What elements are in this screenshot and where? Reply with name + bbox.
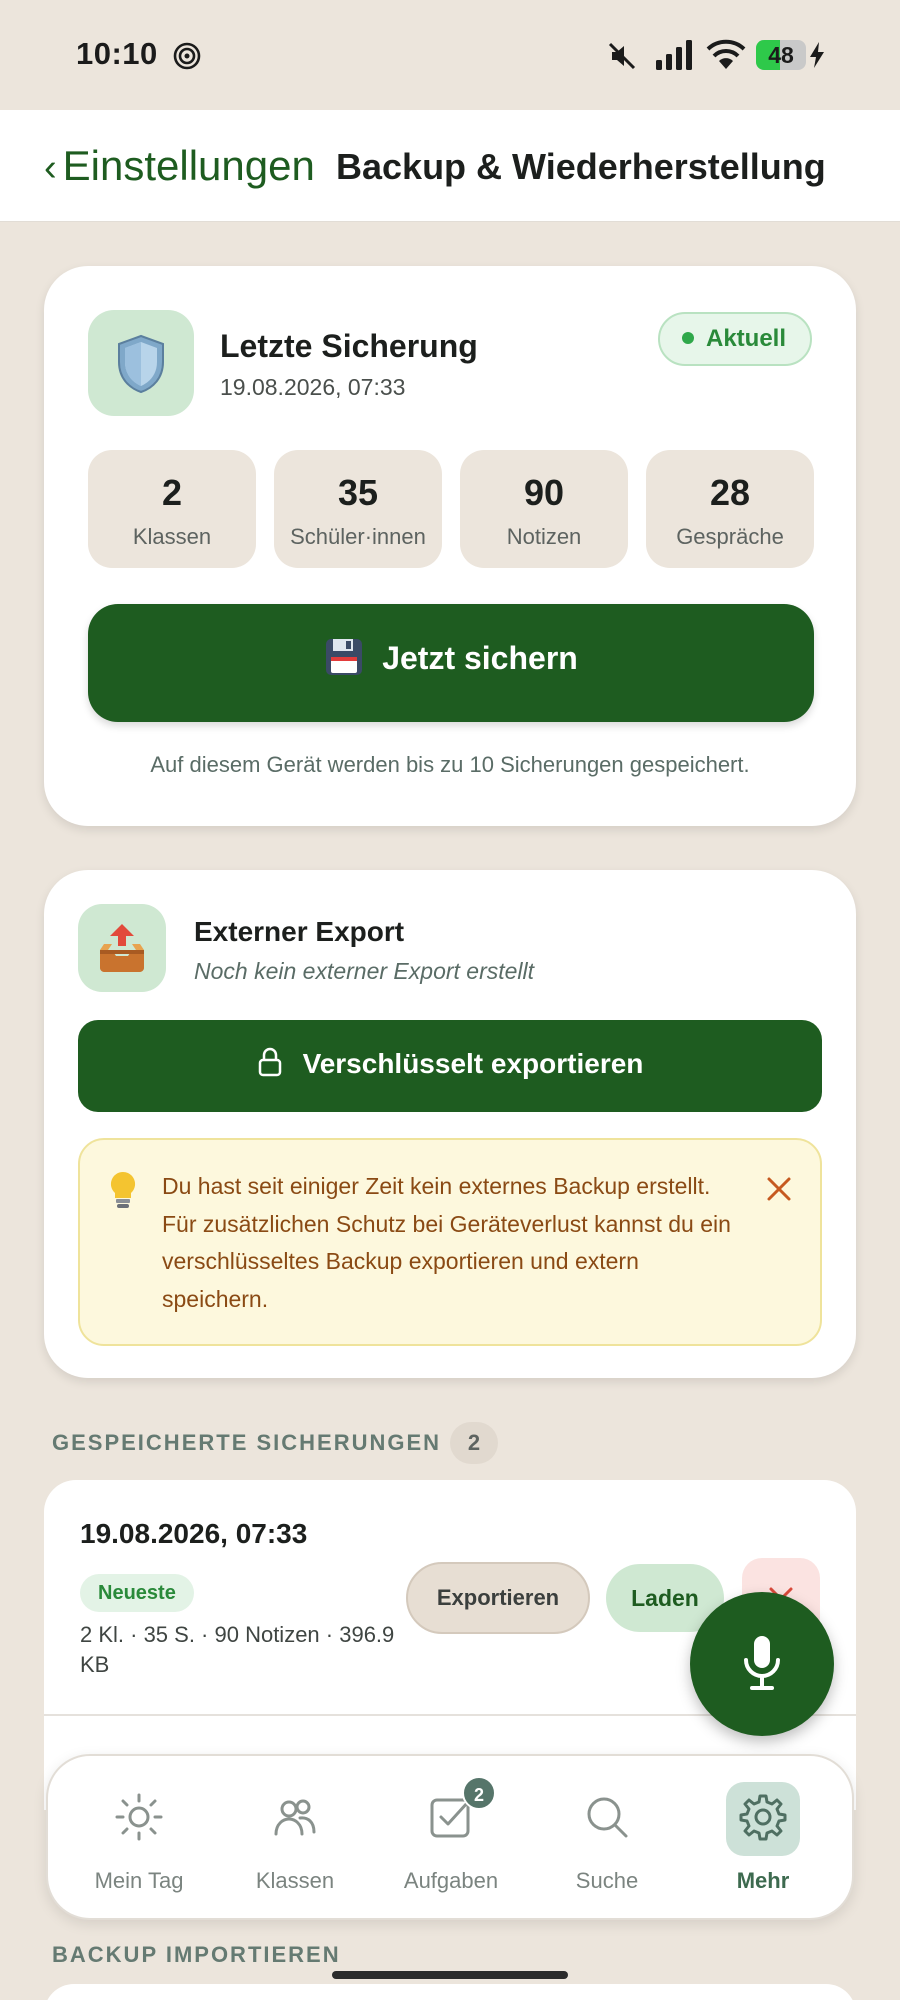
backup-retention-note: Auf diesem Gerät werden bis zu 10 Sicher… <box>150 752 750 777</box>
lightbulb-icon <box>110 1171 136 1208</box>
nav-more[interactable]: Mehr <box>688 1756 838 1922</box>
export-backup-button[interactable]: Exportieren <box>406 1562 590 1634</box>
nav-search[interactable]: Suche <box>532 1756 682 1922</box>
page-title: Backup & Wiederherstellung <box>336 146 826 187</box>
last-backup-date: 19.08.2026, 07:33 <box>220 374 406 400</box>
app-header: ‹ Einstellungen Backup & Wiederherstellun… <box>0 110 900 222</box>
nav-label: Mein Tag <box>94 1868 184 1893</box>
sun-icon <box>115 1793 163 1841</box>
export-encrypted-button[interactable]: Verschlüsselt exportieren <box>78 1020 822 1112</box>
saved-backups-heading: GESPEICHERTE SICHERUNGEN <box>52 1430 442 1455</box>
stat-notes: 90 Notizen <box>460 450 628 568</box>
stat-label: Gespräche <box>676 524 784 549</box>
nav-my-day[interactable]: Mein Tag <box>64 1756 214 1922</box>
stat-classes: 2 Klassen <box>88 450 256 568</box>
status-badge-label: Aktuell <box>705 325 786 352</box>
nav-label: Mehr <box>736 1868 790 1893</box>
external-export-title: Externer Export <box>194 916 405 947</box>
voice-input-button[interactable] <box>690 1592 834 1736</box>
status-bar: 10:10 48 <box>0 0 900 110</box>
saved-backups-count: 2 <box>450 1422 498 1464</box>
backup-item-date: 19.08.2026, 07:33 <box>80 1518 308 1549</box>
tasks-count-badge: 2 <box>462 1776 496 1810</box>
status-time: 10:10 <box>76 36 158 71</box>
charging-bolt-icon <box>810 42 824 68</box>
stat-value: 28 <box>709 472 751 513</box>
export-encrypted-label: Verschlüsselt exportieren <box>302 1048 644 1079</box>
external-export-status: Noch kein externer Export erstellt <box>194 958 535 984</box>
battery-indicator: 48 <box>756 40 806 70</box>
external-export-card: Externer Export Noch kein externer Expor… <box>44 870 856 1378</box>
import-backup-heading: BACKUP IMPORTIEREN <box>52 1942 341 1967</box>
spiral-notification-icon <box>173 42 201 70</box>
home-indicator[interactable] <box>332 1971 568 1979</box>
lock-icon <box>258 1047 281 1076</box>
nav-label: Klassen <box>255 1868 335 1893</box>
chevron-left-icon: ‹ <box>44 147 57 189</box>
stat-students: 35 Schüler·innen <box>274 450 442 568</box>
status-badge: Aktuell <box>657 312 812 366</box>
stat-conversations: 28 Gespräche <box>646 450 814 568</box>
backup-now-label: Jetzt sichern <box>382 640 578 676</box>
back-button-label: Einstellungen <box>62 142 315 189</box>
stat-label: Schüler·innen <box>290 524 426 549</box>
nav-classes[interactable]: Klassen <box>220 1756 370 1922</box>
microphone-icon <box>744 1636 780 1690</box>
gear-icon <box>739 1794 787 1841</box>
search-icon <box>587 1797 628 1838</box>
stat-label: Notizen <box>506 524 582 549</box>
battery-level: 48 <box>768 42 794 68</box>
backup-item-meta: 2 Kl. · 35 S. · 90 Notizen · 396.9 KB <box>80 1622 395 1677</box>
shield-icon <box>88 310 194 416</box>
mute-icon <box>608 42 636 70</box>
stat-value: 35 <box>337 472 379 513</box>
nav-label: Aufgaben <box>403 1868 499 1893</box>
nav-tasks[interactable]: 2 Aufgaben <box>376 1756 526 1922</box>
backup-now-button[interactable]: Jetzt sichern <box>88 604 814 722</box>
people-icon <box>274 1799 316 1836</box>
stat-value: 2 <box>161 472 183 513</box>
nav-label: Suche <box>575 1868 639 1893</box>
hint-text: Du hast seit einiger Zeit kein externes … <box>162 1173 731 1312</box>
back-button[interactable]: ‹ Einstellungen <box>44 142 315 190</box>
backup-stats: 2 Klassen 35 Schüler·innen 90 Notizen 28… <box>88 450 814 568</box>
last-backup-title: Letzte Sicherung <box>220 328 478 364</box>
external-backup-hint: Du hast seit einiger Zeit kein externes … <box>78 1138 822 1346</box>
wifi-icon <box>706 39 746 69</box>
signal-icon <box>656 40 692 70</box>
import-backup-card <box>44 1984 856 2000</box>
last-backup-card: Letzte Sicherung 19.08.2026, 07:33 Aktue… <box>44 266 856 826</box>
status-dot-icon <box>681 331 694 344</box>
newest-badge: Neueste <box>80 1574 194 1612</box>
stat-label: Klassen <box>132 524 212 549</box>
stat-value: 90 <box>523 472 565 513</box>
floppy-disk-icon <box>326 638 363 675</box>
bottom-navigation: Mein Tag Klassen 2 Aufgaben Suche Mehr <box>46 1754 854 1920</box>
close-icon[interactable] <box>764 1174 794 1204</box>
outbox-tray-icon <box>78 904 166 992</box>
